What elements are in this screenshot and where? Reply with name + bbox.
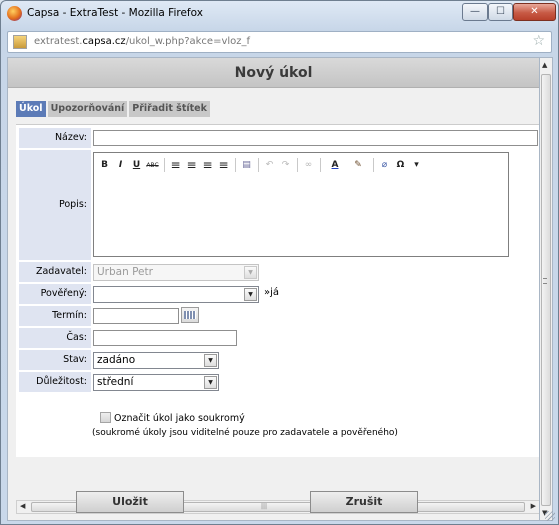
- vertical-scrollbar[interactable]: ▲ ▼: [540, 57, 553, 521]
- strikethrough-icon[interactable]: ABC: [145, 157, 160, 173]
- address-bar[interactable]: extratest.capsa.cz/ukol_w.php?akce=vloz_…: [7, 31, 552, 53]
- paste-icon[interactable]: ▤: [239, 157, 254, 173]
- special-char-icon[interactable]: Ω: [393, 157, 408, 173]
- chevron-down-icon: ▼: [244, 266, 257, 279]
- more-icon[interactable]: ▾: [409, 157, 424, 173]
- window-title: Capsa - ExtraTest - Mozilla Firefox: [27, 7, 203, 19]
- highlight-icon[interactable]: ✎: [347, 157, 369, 173]
- label-dulezitost: Důležitost:: [19, 372, 91, 392]
- time-input[interactable]: [93, 330, 237, 346]
- chevron-down-icon[interactable]: ▼: [244, 288, 257, 301]
- page-title: Nový úkol: [8, 58, 539, 88]
- browser-window: Capsa - ExtraTest - Mozilla Firefox — ☐ …: [0, 0, 559, 525]
- font-color-icon[interactable]: A: [324, 157, 346, 173]
- cancel-button[interactable]: Zrušit: [310, 491, 418, 513]
- label-povereny: Pověřený:: [19, 284, 91, 304]
- private-checkbox-row[interactable]: Označit úkol jako soukromý: [100, 412, 245, 424]
- italic-icon[interactable]: I: [113, 157, 128, 173]
- zadavatel-select: Urban Petr ▼: [93, 264, 259, 281]
- status-value: zadáno: [97, 354, 136, 366]
- label-nazev: Název:: [19, 128, 91, 148]
- underline-icon[interactable]: U: [129, 157, 144, 173]
- private-note: (soukromé úkoly jsou viditelné pouze pro…: [92, 428, 398, 438]
- toolbar-separator: [235, 158, 236, 172]
- tab-bar: Úkol Upozorňování Přiřadit štítek: [16, 101, 210, 117]
- tab-priradit-stitek[interactable]: Přiřadit štítek: [129, 101, 210, 117]
- redo-icon[interactable]: ↷: [278, 157, 293, 173]
- label-stav: Stav:: [19, 350, 91, 370]
- label-cas: Čas:: [19, 328, 91, 348]
- align-right-icon[interactable]: ≡: [200, 157, 215, 173]
- label-termin: Termín:: [19, 306, 91, 326]
- private-checkbox-label[interactable]: Označit úkol jako soukromý: [114, 413, 245, 424]
- chevron-down-icon[interactable]: ▼: [204, 376, 217, 389]
- deadline-input[interactable]: [93, 308, 179, 324]
- assign-me-link[interactable]: »já: [264, 287, 279, 298]
- tab-upozornovani[interactable]: Upozorňování: [47, 101, 128, 117]
- remove-format-icon[interactable]: ⌀: [377, 157, 392, 173]
- scrollbar-thumb[interactable]: [541, 74, 551, 506]
- toolbar-separator: [297, 158, 298, 172]
- description-editor: B I U ABC ≡ ≡ ≡ ≡ ▤ ↶ ↷ ∞ A ✎ ⌀ Ω ▾: [93, 152, 509, 257]
- toolbar-separator: [258, 158, 259, 172]
- bold-icon[interactable]: B: [97, 157, 112, 173]
- toolbar-separator: [373, 158, 374, 172]
- toolbar-separator: [164, 158, 165, 172]
- undo-icon[interactable]: ↶: [262, 157, 277, 173]
- scroll-up-icon[interactable]: ▲: [542, 61, 547, 69]
- close-button[interactable]: ✕: [513, 3, 556, 21]
- label-zadavatel: Zadavatel:: [19, 262, 91, 282]
- scroll-grip-icon: [543, 278, 547, 284]
- status-select[interactable]: zadáno ▼: [93, 352, 219, 369]
- align-justify-icon[interactable]: ≡: [216, 157, 231, 173]
- url-text[interactable]: extratest.capsa.cz/ukol_w.php?akce=vloz_…: [34, 36, 250, 47]
- minimize-button[interactable]: —: [462, 3, 488, 21]
- private-checkbox[interactable]: [100, 412, 111, 423]
- title-bar: Capsa - ExtraTest - Mozilla Firefox — ☐ …: [1, 1, 558, 27]
- site-identity-icon[interactable]: [13, 35, 27, 49]
- firefox-icon: [7, 6, 22, 21]
- calendar-icon[interactable]: [181, 307, 199, 323]
- name-input[interactable]: [93, 130, 538, 146]
- editor-toolbar: B I U ABC ≡ ≡ ≡ ≡ ▤ ↶ ↷ ∞ A ✎ ⌀ Ω ▾: [97, 156, 505, 174]
- scroll-right-icon[interactable]: ▶: [531, 502, 536, 510]
- maximize-button[interactable]: ☐: [488, 3, 513, 21]
- priority-value: střední: [97, 376, 134, 388]
- tab-ukol[interactable]: Úkol: [16, 101, 46, 117]
- align-center-icon[interactable]: ≡: [184, 157, 199, 173]
- scroll-left-icon[interactable]: ◀: [20, 502, 25, 510]
- description-textarea[interactable]: [96, 175, 506, 255]
- link-icon[interactable]: ∞: [301, 157, 316, 173]
- save-button[interactable]: Uložit: [76, 491, 184, 513]
- bookmark-star-icon[interactable]: ☆: [532, 33, 545, 49]
- toolbar-separator: [320, 158, 321, 172]
- align-left-icon[interactable]: ≡: [168, 157, 183, 173]
- page-content: Nový úkol Úkol Upozorňování Přiřadit ští…: [7, 57, 540, 521]
- zadavatel-value: Urban Petr: [97, 266, 153, 278]
- scroll-grip-icon: |||: [261, 503, 268, 510]
- label-popis: Popis:: [19, 150, 91, 260]
- resize-grip-icon[interactable]: [545, 511, 555, 521]
- priority-select[interactable]: střední ▼: [93, 374, 219, 391]
- task-form: Název: Popis: B I U ABC ≡ ≡ ≡ ≡ ▤ ↶ ↷ ∞ …: [16, 124, 539, 457]
- chevron-down-icon[interactable]: ▼: [204, 354, 217, 367]
- povereny-select[interactable]: ▼: [93, 286, 259, 303]
